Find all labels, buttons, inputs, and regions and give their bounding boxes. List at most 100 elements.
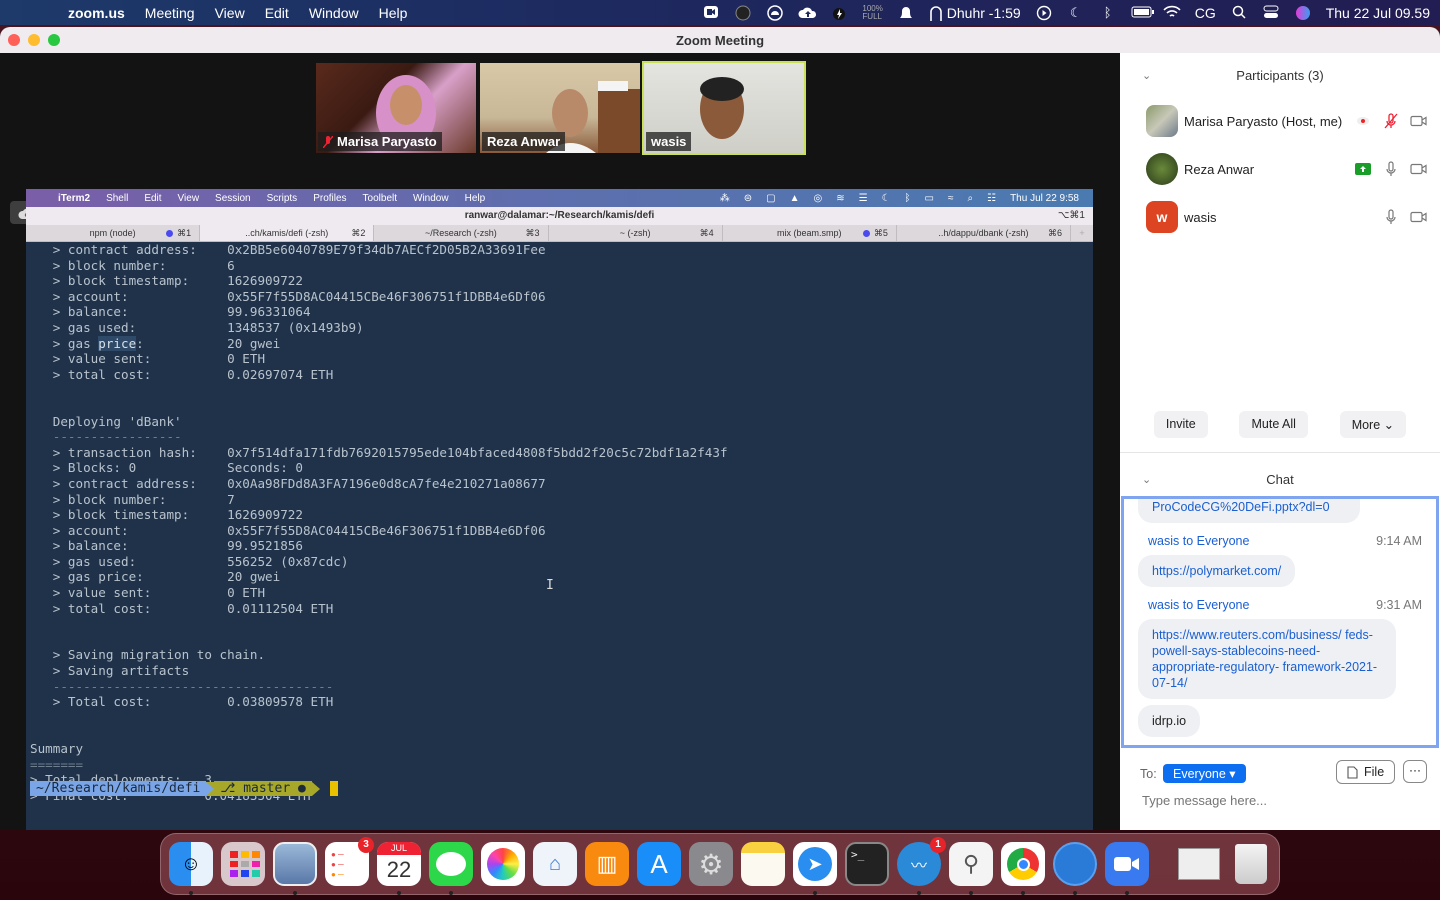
chevron-down-icon: ⌄ bbox=[1380, 418, 1395, 432]
wifi-icon[interactable] bbox=[1163, 5, 1181, 21]
dock-app-books[interactable]: ▥ bbox=[585, 842, 629, 886]
iterm-menu-item: Scripts bbox=[266, 192, 298, 204]
dock-app-notes[interactable] bbox=[741, 842, 785, 886]
bluetooth-icon[interactable]: ᛒ bbox=[1099, 5, 1117, 21]
chat-message-link[interactable]: ProCodeCG%20DeFi.pptx?dl=0 bbox=[1138, 499, 1360, 523]
dock-app-zoom[interactable] bbox=[1105, 842, 1149, 895]
running-indicator bbox=[1021, 891, 1025, 895]
git-branch-icon: ⎇ bbox=[220, 781, 244, 796]
alfred-icon[interactable] bbox=[734, 5, 752, 21]
fullscreen-window-button[interactable] bbox=[48, 34, 60, 46]
minimize-window-button[interactable] bbox=[28, 34, 40, 46]
collapse-chevron-icon[interactable]: ⌄ bbox=[1142, 69, 1151, 82]
mic-icon[interactable] bbox=[1382, 160, 1400, 178]
wifi-icon: ≈ bbox=[947, 192, 954, 204]
mic-muted-icon[interactable] bbox=[1382, 112, 1400, 130]
trash-icon[interactable] bbox=[1229, 842, 1273, 886]
recipient-select[interactable]: Everyone ▾ bbox=[1163, 764, 1246, 783]
video-tile-name: Marisa Paryasto bbox=[318, 132, 442, 151]
battery-icon: ▭ bbox=[924, 192, 934, 204]
collapse-chevron-icon[interactable]: ⌄ bbox=[1142, 473, 1151, 486]
participant-row[interactable]: w wasis bbox=[1120, 193, 1440, 241]
chat-messages[interactable]: ProCodeCG%20DeFi.pptx?dl=0 wasis to Ever… bbox=[1121, 496, 1439, 748]
iterm-app-name: iTerm2 bbox=[58, 192, 91, 204]
menu-window[interactable]: Window bbox=[299, 5, 369, 21]
menu-app-name[interactable]: zoom.us bbox=[58, 5, 135, 21]
stack-icon: ≋ bbox=[836, 192, 845, 204]
siri-icon[interactable] bbox=[1294, 5, 1312, 21]
menu-help[interactable]: Help bbox=[369, 5, 418, 21]
chat-message-link[interactable]: https://www.reuters.com/business/ feds-p… bbox=[1138, 619, 1396, 699]
video-camera-icon[interactable] bbox=[1410, 208, 1428, 226]
dock-app-terminal[interactable]: >_ bbox=[845, 842, 889, 886]
notification-bell-icon: ▲ bbox=[789, 192, 800, 204]
cloud-upload-circle-icon[interactable] bbox=[766, 4, 784, 21]
dock-app-chat-app[interactable] bbox=[1053, 842, 1097, 895]
participant-actions: Invite Mute All More ⌄ bbox=[1120, 411, 1440, 438]
cloud-upload-icon[interactable] bbox=[798, 5, 817, 21]
dock-app-safari[interactable]: ➤ bbox=[793, 842, 837, 895]
iterm-tab: ..ch/kamis/defi (-zsh) ⌘2 bbox=[200, 225, 375, 241]
mic-icon[interactable] bbox=[1382, 208, 1400, 226]
calendar-month: JUL bbox=[377, 842, 421, 855]
chat-message-link[interactable]: https://polymarket.com/ bbox=[1138, 555, 1296, 587]
more-options-button[interactable]: ··· bbox=[1403, 760, 1427, 783]
zoom-tray-icon[interactable] bbox=[702, 5, 720, 21]
terminal-line: > account: 0x55F7f55D8AC04415CBe46F30675… bbox=[30, 288, 546, 304]
window-title: Zoom Meeting bbox=[675, 32, 765, 48]
moon-icon[interactable]: ☾ bbox=[1067, 5, 1085, 21]
play-circle-icon[interactable] bbox=[1035, 5, 1053, 21]
window-shortcut: ⌥⌘1 bbox=[1057, 210, 1085, 221]
dock-app-chrome[interactable] bbox=[1001, 842, 1045, 895]
participant-row[interactable]: Reza Anwar bbox=[1120, 145, 1440, 193]
close-window-button[interactable] bbox=[8, 34, 20, 46]
video-tile-active-speaker[interactable]: wasis bbox=[642, 61, 806, 155]
terminal-line: > block number: 6 bbox=[30, 257, 235, 273]
running-indicator bbox=[449, 891, 453, 895]
control-center-icon[interactable] bbox=[1262, 5, 1280, 21]
video-camera-icon[interactable] bbox=[1410, 112, 1428, 130]
invite-button[interactable]: Invite bbox=[1153, 411, 1208, 438]
menu-edit[interactable]: Edit bbox=[255, 5, 299, 21]
terminal-line: Summary bbox=[30, 741, 84, 756]
running-indicator bbox=[293, 891, 297, 895]
dock-app-messages[interactable] bbox=[429, 842, 473, 895]
terminal-line: > block timestamp: 1626909722 bbox=[30, 507, 303, 523]
video-camera-icon[interactable] bbox=[1410, 160, 1428, 178]
chat-message-header: wasis to Everyone 9:31 AM bbox=[1148, 598, 1422, 612]
mute-all-button[interactable]: Mute All bbox=[1239, 411, 1308, 438]
control-center-icon: ☷ bbox=[987, 192, 997, 204]
prayer-time[interactable]: Dhuhr -1:59 bbox=[929, 5, 1021, 21]
dock-app-photos[interactable] bbox=[481, 842, 525, 886]
file-button[interactable]: File bbox=[1336, 760, 1396, 784]
menubar-clock[interactable]: Thu 22 Jul 09.59 bbox=[1326, 5, 1430, 21]
calendar-day: 22 bbox=[386, 857, 412, 882]
menu-view[interactable]: View bbox=[205, 5, 255, 21]
participant-row[interactable]: Marisa Paryasto (Host, me) bbox=[1120, 97, 1440, 145]
notification-bell-icon[interactable] bbox=[897, 5, 915, 21]
dock-app-preview[interactable] bbox=[273, 842, 317, 895]
terminal-line: ======= bbox=[30, 756, 84, 772]
chat-message-input[interactable] bbox=[1142, 793, 1422, 808]
dock-app-finder[interactable]: ☺ bbox=[169, 842, 213, 895]
menu-meeting[interactable]: Meeting bbox=[135, 5, 205, 21]
dock-app-system-information[interactable]: ⚲ bbox=[949, 842, 993, 895]
video-tile[interactable]: Reza Anwar bbox=[480, 63, 640, 153]
dock-app-mastonaut[interactable]: 〰 1 bbox=[897, 837, 946, 895]
text-selection: price bbox=[98, 335, 137, 351]
dock-app-calendar[interactable]: JUL 22 bbox=[377, 842, 421, 895]
dock-app-keynote[interactable]: ⌂ bbox=[533, 842, 577, 886]
spotlight-search-icon[interactable] bbox=[1230, 5, 1248, 21]
video-tile[interactable]: Marisa Paryasto bbox=[316, 63, 476, 153]
dock-app-reminders[interactable]: ● ─ ● ─ ● ─ 3 bbox=[325, 837, 374, 886]
more-button[interactable]: More ⌄ bbox=[1339, 411, 1407, 438]
dock-app-app-store[interactable]: A bbox=[637, 842, 681, 886]
user-initials[interactable]: CG bbox=[1195, 5, 1216, 21]
dock-app-launchpad[interactable] bbox=[221, 842, 265, 886]
battery-charge-icon[interactable] bbox=[830, 5, 848, 21]
dock-app-system-preferences[interactable]: ⚙ bbox=[689, 842, 733, 886]
recording-icon bbox=[1354, 112, 1372, 130]
dock-recent-documents-stack[interactable] bbox=[1177, 842, 1221, 886]
battery-icon[interactable] bbox=[1131, 5, 1154, 21]
